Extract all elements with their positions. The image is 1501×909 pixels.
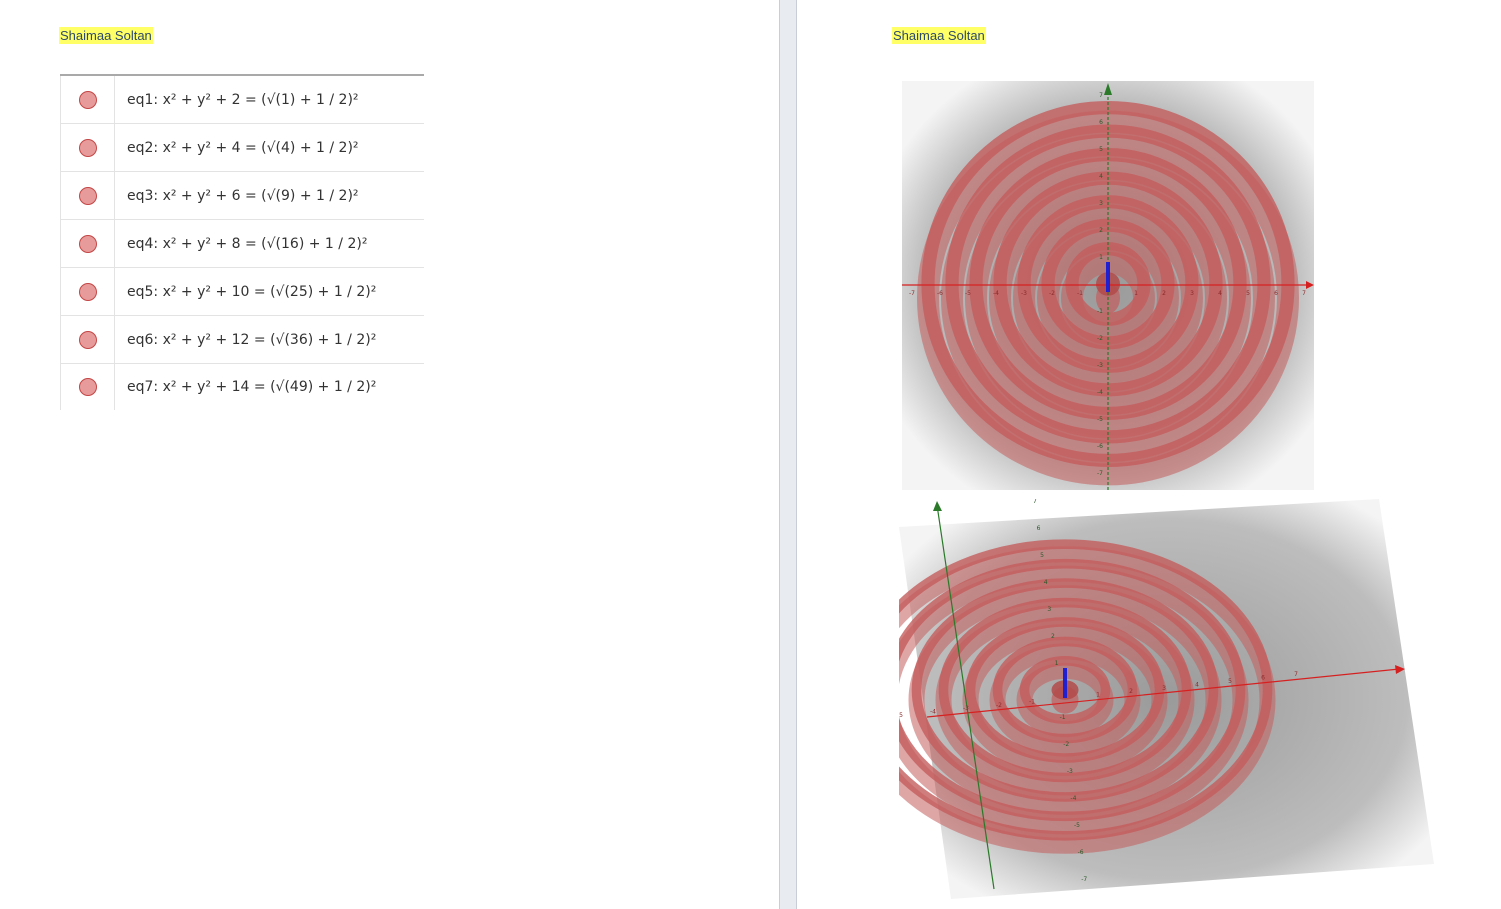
- visibility-toggle-icon[interactable]: [78, 234, 97, 253]
- visibility-toggle-icon[interactable]: [78, 90, 97, 109]
- x-tick-label: 3: [1162, 685, 1166, 692]
- y-tick-label: -1: [1097, 308, 1103, 315]
- y-tick-label: 4: [1044, 579, 1048, 586]
- visibility-cell: [60, 76, 115, 123]
- y-axis-arrow: [933, 501, 942, 511]
- x-tick-label: 1: [1134, 290, 1138, 297]
- equation-label[interactable]: eq7: x² + y² + 14 = (√(49) + 1 / 2)²: [115, 364, 424, 410]
- algebra-view: eq1: x² + y² + 2 = (√(1) + 1 / 2)² eq2: …: [60, 74, 424, 410]
- x-tick-label: 6: [1261, 675, 1265, 682]
- x-tick-label: -3: [1021, 290, 1027, 297]
- y-tick-label: -3: [1097, 362, 1103, 369]
- x-tick-label: -4: [930, 709, 936, 716]
- y-tick-label: -5: [1074, 822, 1080, 829]
- document-page-right: Shaimaa Soltan -7 -6 -5 -4 -3 -2 -1 1 2 3 4 5 6 7 7 6 5 4…: [797, 0, 1501, 909]
- y-tick-label: 4: [1099, 173, 1103, 180]
- y-tick-label: -2: [1063, 741, 1069, 748]
- y-tick-label: -2: [1097, 335, 1103, 342]
- algebra-row-eq6[interactable]: eq6: x² + y² + 12 = (√(36) + 1 / 2)²: [60, 316, 424, 364]
- x-tick-label: 4: [1218, 290, 1222, 297]
- visibility-cell: [60, 268, 115, 315]
- visibility-cell: [60, 124, 115, 171]
- y-tick-label: -6: [1097, 443, 1103, 450]
- visibility-toggle-icon[interactable]: [78, 378, 97, 396]
- graphics-3d-top-view[interactable]: -7 -6 -5 -4 -3 -2 -1 1 2 3 4 5 6 7 7 6 5 4 3 2 1 -1 -2 -3 -4 -5 -6…: [902, 81, 1314, 490]
- y-tick-label: 6: [1099, 119, 1103, 126]
- visibility-toggle-icon[interactable]: [78, 138, 97, 157]
- x-tick-label: 1: [1096, 692, 1100, 699]
- x-tick-label: -2: [996, 702, 1002, 709]
- y-tick-label: -7: [1081, 876, 1087, 883]
- equation-label[interactable]: eq1: x² + y² + 2 = (√(1) + 1 / 2)²: [115, 76, 424, 123]
- x-tick-label: -5: [965, 290, 971, 297]
- x-tick-label: 2: [1129, 688, 1133, 695]
- y-tick-label: 2: [1099, 227, 1103, 234]
- y-tick-label: 1: [1099, 254, 1103, 261]
- visibility-toggle-icon[interactable]: [78, 282, 97, 301]
- visibility-cell: [60, 316, 115, 363]
- algebra-row-eq7[interactable]: eq7: x² + y² + 14 = (√(49) + 1 / 2)²: [60, 364, 424, 410]
- visibility-cell: [60, 220, 115, 267]
- x-tick-label: 4: [1195, 681, 1199, 688]
- x-tick-label: 6: [1274, 290, 1278, 297]
- x-tick-label: 3: [1190, 290, 1194, 297]
- y-tick-label: 7: [1099, 92, 1103, 99]
- algebra-row-eq5[interactable]: eq5: x² + y² + 10 = (√(25) + 1 / 2)²: [60, 268, 424, 316]
- author-name: Shaimaa Soltan: [59, 27, 153, 44]
- y-tick-label: -4: [1070, 795, 1076, 802]
- page-gutter: [779, 0, 797, 909]
- equation-label[interactable]: eq4: x² + y² + 8 = (√(16) + 1 / 2)²: [115, 220, 424, 267]
- y-tick-label: 5: [1040, 552, 1044, 559]
- y-tick-label: 5: [1099, 146, 1103, 153]
- visibility-cell: [60, 172, 115, 219]
- x-tick-label: -1: [1029, 698, 1035, 705]
- graphics-3d-tilted-view[interactable]: -7-6-5-4-3-2-112345677654321-1-2-3-4-5-6…: [899, 499, 1439, 899]
- x-tick-label: 7: [1302, 290, 1306, 297]
- y-tick-label: 7: [1033, 499, 1037, 505]
- visibility-toggle-icon[interactable]: [78, 330, 97, 349]
- x-tick-label: -6: [937, 290, 943, 297]
- y-tick-label: 6: [1037, 525, 1041, 532]
- y-tick-label: 1: [1055, 660, 1059, 667]
- algebra-row-eq1[interactable]: eq1: x² + y² + 2 = (√(1) + 1 / 2)²: [60, 76, 424, 124]
- y-tick-label: 3: [1099, 200, 1103, 207]
- equation-label[interactable]: eq6: x² + y² + 12 = (√(36) + 1 / 2)²: [115, 316, 424, 363]
- equation-label[interactable]: eq2: x² + y² + 4 = (√(4) + 1 / 2)²: [115, 124, 424, 171]
- y-tick-label: -6: [1078, 849, 1084, 856]
- equation-label[interactable]: eq3: x² + y² + 6 = (√(9) + 1 / 2)²: [115, 172, 424, 219]
- algebra-row-eq3[interactable]: eq3: x² + y² + 6 = (√(9) + 1 / 2)²: [60, 172, 424, 220]
- algebra-row-eq4[interactable]: eq4: x² + y² + 8 = (√(16) + 1 / 2)²: [60, 220, 424, 268]
- y-tick-label: -4: [1097, 389, 1103, 396]
- x-tick-label: -3: [963, 705, 969, 712]
- y-tick-label: -3: [1067, 768, 1073, 775]
- document-page-left: Shaimaa Soltan eq1: x² + y² + 2 = (√(1) …: [0, 0, 779, 909]
- x-tick-label: 2: [1162, 290, 1166, 297]
- equation-label[interactable]: eq5: x² + y² + 10 = (√(25) + 1 / 2)²: [115, 268, 424, 315]
- x-tick-label: -4: [993, 290, 999, 297]
- visibility-cell: [60, 364, 115, 410]
- x-tick-label: -1: [1077, 290, 1083, 297]
- y-tick-label: 2: [1051, 633, 1055, 640]
- visibility-toggle-icon[interactable]: [78, 186, 97, 205]
- y-tick-label: -7: [1097, 470, 1103, 477]
- author-name: Shaimaa Soltan: [892, 27, 986, 44]
- x-tick-label: 5: [1246, 290, 1250, 297]
- y-tick-label: -5: [1097, 416, 1103, 423]
- x-tick-label: -2: [1049, 290, 1055, 297]
- y-tick-label: 3: [1047, 606, 1051, 613]
- x-tick-label: 5: [1228, 678, 1232, 685]
- y-tick-label: -1: [1060, 714, 1066, 721]
- x-tick-label: -7: [909, 290, 915, 297]
- algebra-row-eq2[interactable]: eq2: x² + y² + 4 = (√(4) + 1 / 2)²: [60, 124, 424, 172]
- x-tick-label: 7: [1294, 671, 1298, 678]
- x-tick-label: -5: [899, 712, 903, 719]
